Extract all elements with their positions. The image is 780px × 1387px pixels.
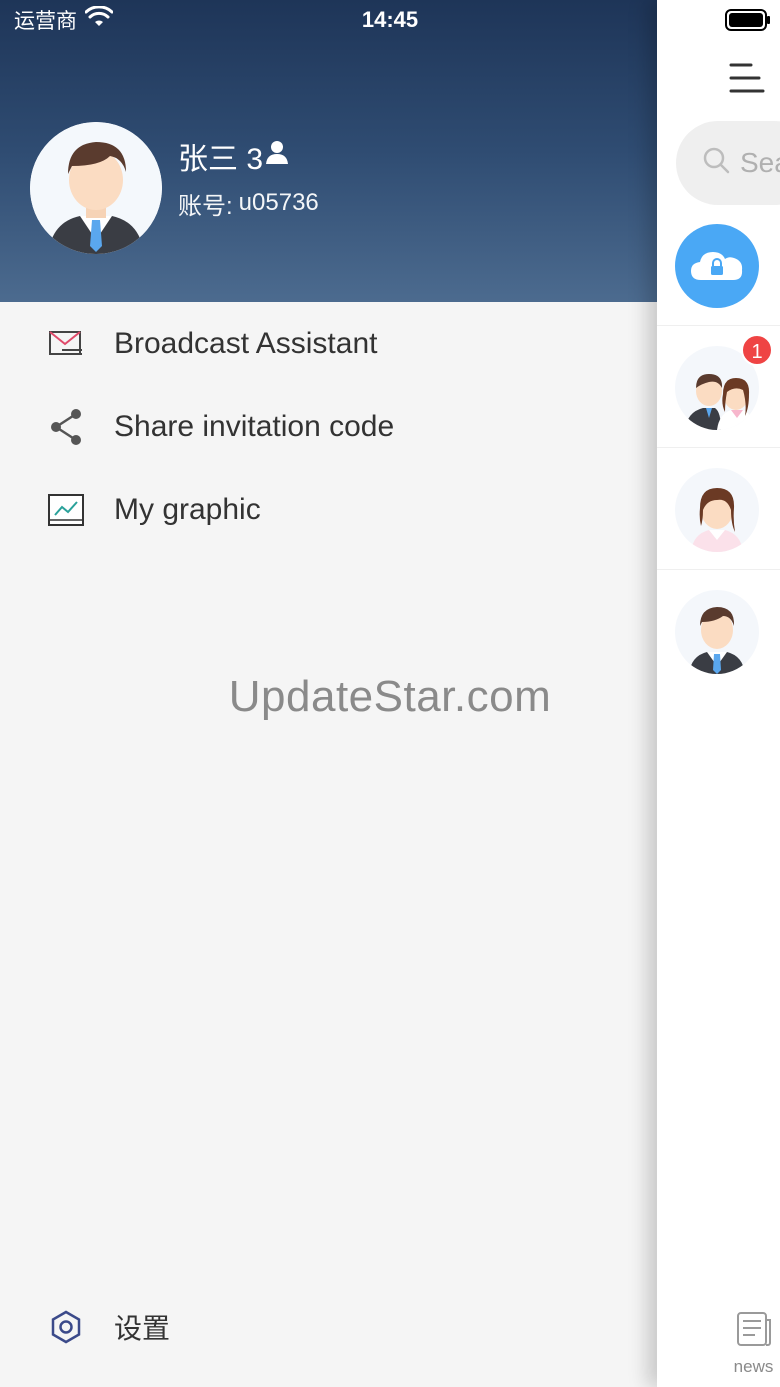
search-input[interactable]: Sea — [676, 121, 780, 205]
menu-label-my-graphic: My graphic — [114, 492, 261, 526]
male-avatar-icon — [30, 122, 162, 254]
mail-icon — [46, 324, 86, 364]
conversation-item[interactable] — [657, 448, 780, 570]
cloud-lock-icon — [675, 224, 759, 308]
drawer-header: 运营商 14:45 张三 3 账号: u05736 — [0, 0, 657, 302]
menu-label-share-invitation-code: Share invitation code — [114, 409, 395, 443]
conversation-item[interactable] — [657, 204, 780, 326]
settings-label: 设置 — [114, 1313, 171, 1344]
account-id: u05736 — [238, 189, 319, 216]
unread-badge: 1 — [741, 334, 773, 366]
user-account: 账号: u05736 — [178, 186, 319, 220]
battery-icon — [725, 9, 771, 31]
drawer-menu: Broadcast Assistant Share invitation cod… — [0, 302, 657, 551]
status-bar-left: 运营商 — [14, 5, 114, 34]
female-avatar-icon — [675, 468, 759, 552]
menu-label-broadcast-assistant: Broadcast Assistant — [114, 326, 378, 360]
menu-item-broadcast-assistant[interactable]: Broadcast Assistant — [0, 302, 657, 385]
male-avatar-icon — [675, 590, 759, 674]
hexagon-settings-icon — [46, 1307, 86, 1347]
account-label: 账号: — [178, 192, 233, 220]
user-name-row: 张三 3 — [178, 136, 289, 176]
tab-news-label: news — [733, 1357, 774, 1376]
profile-avatar[interactable] — [30, 122, 162, 254]
share-icon — [46, 407, 86, 447]
search-icon — [702, 146, 730, 181]
tab-news[interactable]: news — [727, 1310, 780, 1387]
carrier-label: 运营商 — [14, 10, 77, 33]
chart-image-icon — [46, 490, 86, 530]
news-icon — [735, 1310, 773, 1353]
menu-item-my-graphic[interactable]: My graphic — [0, 468, 657, 551]
search-placeholder: Sea — [740, 147, 780, 178]
person-icon — [265, 139, 289, 173]
user-name: 张三 3 — [178, 143, 264, 176]
settings-button[interactable]: 设置 — [46, 1305, 170, 1349]
conversation-item[interactable]: 1 — [657, 326, 780, 448]
watermark-text: UpdateStar.com — [228, 672, 552, 721]
menu-toggle-icon[interactable] — [729, 60, 765, 96]
menu-item-share-invitation-code[interactable]: Share invitation code — [0, 385, 657, 468]
wifi-icon — [84, 5, 114, 34]
app-screen: 运营商 14:45 张三 3 账号: u05736 Broadcast Assi… — [0, 0, 780, 1387]
status-time: 14:45 — [361, 7, 419, 32]
